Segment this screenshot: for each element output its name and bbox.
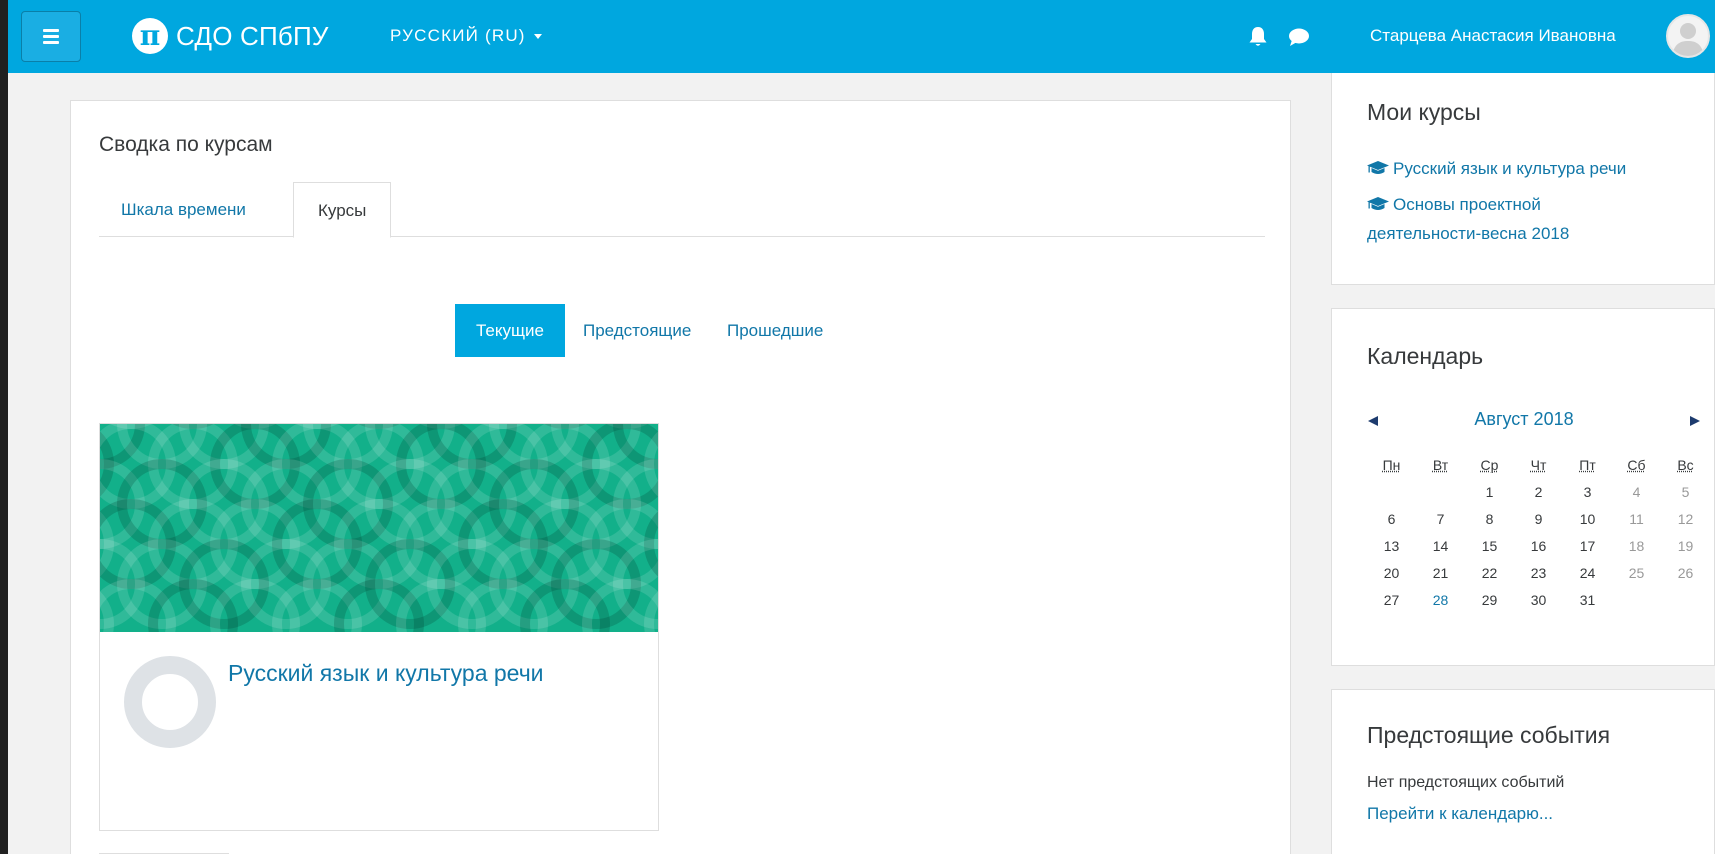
nav-drawer-toggle-button[interactable] bbox=[21, 11, 81, 62]
calendar-day: 20 bbox=[1383, 564, 1400, 581]
my-course-link-2[interactable]: Основы проектной деятельности-весна 2018 bbox=[1367, 190, 1569, 248]
user-avatar[interactable] bbox=[1666, 14, 1710, 58]
messages-chat-icon[interactable] bbox=[1288, 27, 1310, 47]
calendar-day: 21 bbox=[1432, 564, 1449, 581]
graduation-cap-icon bbox=[1367, 161, 1389, 174]
calendar-grid: Пн Вт Ср Чт Пт Сб Вс 1 2 3 4 5 6 7 8 9 1… bbox=[1367, 451, 1710, 613]
calendar-day: 27 bbox=[1383, 591, 1400, 608]
filter-current-button[interactable]: Текущие bbox=[455, 304, 565, 357]
calendar-day: 19 bbox=[1677, 537, 1694, 554]
upcoming-events-block: Предстоящие события Нет предстоящих собы… bbox=[1331, 689, 1715, 854]
caret-down-icon bbox=[533, 33, 542, 39]
filter-upcoming-button[interactable]: Предстоящие bbox=[562, 304, 712, 357]
calendar-day: 14 bbox=[1432, 537, 1449, 554]
weekday-label: Вт bbox=[1432, 456, 1449, 473]
calendar-block: Календарь Август 2018 Пн Вт Ср Чт Пт Сб … bbox=[1331, 308, 1715, 666]
calendar-day: 8 bbox=[1485, 510, 1494, 527]
calendar-title: Календарь bbox=[1367, 343, 1484, 369]
calendar-week-row: 20 21 22 23 24 25 26 bbox=[1367, 559, 1710, 586]
user-name[interactable]: Старцева Анастасия Ивановна bbox=[1370, 26, 1616, 46]
calendar-weekday-row: Пн Вт Ср Чт Пт Сб Вс bbox=[1367, 451, 1710, 478]
page-frame: π СДО СПбПУ РУССКИЙ (RU) Старцева Анаста… bbox=[8, 0, 1715, 854]
course-name-link[interactable]: Русский язык и культура речи bbox=[228, 660, 544, 687]
weekday-label: Пт bbox=[1579, 456, 1596, 473]
calendar-day: 25 bbox=[1628, 564, 1645, 581]
calendar-week-row: 1 2 3 4 5 bbox=[1367, 478, 1710, 505]
calendar-day: 9 bbox=[1534, 510, 1543, 527]
calendar-day: 11 bbox=[1629, 510, 1644, 527]
calendar-month-link[interactable]: Август 2018 bbox=[1332, 409, 1715, 430]
tab-timeline[interactable]: Шкала времени bbox=[99, 182, 268, 237]
my-course-name-1: Русский язык и культура речи bbox=[1393, 159, 1627, 178]
weekday-label: Сб bbox=[1627, 456, 1646, 473]
weekday-label: Пн bbox=[1382, 456, 1401, 473]
weekday-label: Чт bbox=[1530, 456, 1547, 473]
calendar-day: 1 bbox=[1485, 483, 1494, 500]
calendar-day: 30 bbox=[1530, 591, 1547, 608]
calendar-day: 29 bbox=[1481, 591, 1498, 608]
hamburger-icon bbox=[43, 26, 59, 47]
filter-past-button[interactable]: Прошедшие bbox=[706, 304, 844, 357]
calendar-day: 3 bbox=[1583, 483, 1592, 500]
go-to-calendar-link[interactable]: Перейти к календарю... bbox=[1367, 804, 1553, 824]
calendar-day: 23 bbox=[1530, 564, 1547, 581]
calendar-day: 13 bbox=[1383, 537, 1400, 554]
weekday-label: Ср bbox=[1480, 456, 1499, 473]
my-course-name-2-line1: Основы проектной bbox=[1393, 195, 1541, 214]
course-overview-title: Сводка по курсам bbox=[99, 133, 273, 156]
top-navbar: π СДО СПбПУ РУССКИЙ (RU) Старцева Анаста… bbox=[8, 0, 1715, 73]
tabs-divider bbox=[99, 236, 1265, 237]
calendar-week-row: 27 28 29 30 31 bbox=[1367, 586, 1710, 613]
tab-courses[interactable]: Курсы bbox=[293, 182, 392, 238]
calendar-day: 26 bbox=[1677, 564, 1694, 581]
my-course-name-2-line2: деятельности-весна 2018 bbox=[1367, 224, 1570, 243]
calendar-day: 12 bbox=[1677, 510, 1694, 527]
course-pattern-image bbox=[100, 424, 658, 632]
upcoming-events-title: Предстоящие события bbox=[1367, 722, 1611, 748]
calendar-day: 16 bbox=[1530, 537, 1547, 554]
weekday-label: Вс bbox=[1677, 456, 1694, 473]
language-menu[interactable]: РУССКИЙ (RU) bbox=[390, 26, 542, 46]
user-silhouette-icon bbox=[1672, 23, 1704, 56]
calendar-day: 24 bbox=[1579, 564, 1596, 581]
calendar-day: 5 bbox=[1681, 483, 1690, 500]
site-logo[interactable]: π СДО СПбПУ bbox=[132, 18, 329, 54]
calendar-day-today[interactable]: 28 bbox=[1416, 592, 1465, 608]
my-courses-title: Мои курсы bbox=[1367, 99, 1481, 125]
calendar-day: 7 bbox=[1436, 510, 1445, 527]
my-courses-block: Мои курсы Русский язык и культура речи О… bbox=[1331, 73, 1715, 285]
course-card[interactable]: 0% Русский язык и культура речи bbox=[99, 423, 659, 831]
progress-percent: 0% bbox=[159, 693, 181, 710]
calendar-day: 31 bbox=[1579, 591, 1596, 608]
calendar-week-row: 6 7 8 9 10 11 12 bbox=[1367, 505, 1710, 532]
calendar-day: 15 bbox=[1481, 537, 1498, 554]
calendar-day: 4 bbox=[1632, 483, 1641, 500]
calendar-next-month-icon[interactable] bbox=[1689, 415, 1701, 427]
graduation-cap-icon bbox=[1367, 197, 1389, 210]
calendar-day: 2 bbox=[1534, 483, 1543, 500]
calendar-day: 10 bbox=[1579, 510, 1596, 527]
logo-pi-icon: π bbox=[132, 18, 168, 54]
calendar-day: 22 bbox=[1481, 564, 1498, 581]
language-label: РУССКИЙ (RU) bbox=[390, 26, 526, 45]
calendar-day: 17 bbox=[1579, 537, 1596, 554]
my-course-link-1[interactable]: Русский язык и культура речи bbox=[1367, 154, 1626, 183]
course-overview-block: Сводка по курсам Шкала времени Курсы Тек… bbox=[70, 100, 1291, 854]
calendar-week-row: 13 14 15 16 17 18 19 bbox=[1367, 532, 1710, 559]
course-image[interactable] bbox=[100, 424, 658, 632]
site-name: СДО СПбПУ bbox=[176, 20, 329, 51]
no-events-text: Нет предстоящих событий bbox=[1367, 774, 1565, 791]
notifications-bell-icon[interactable] bbox=[1248, 26, 1268, 48]
calendar-day: 6 bbox=[1387, 510, 1396, 527]
calendar-day: 18 bbox=[1628, 537, 1645, 554]
